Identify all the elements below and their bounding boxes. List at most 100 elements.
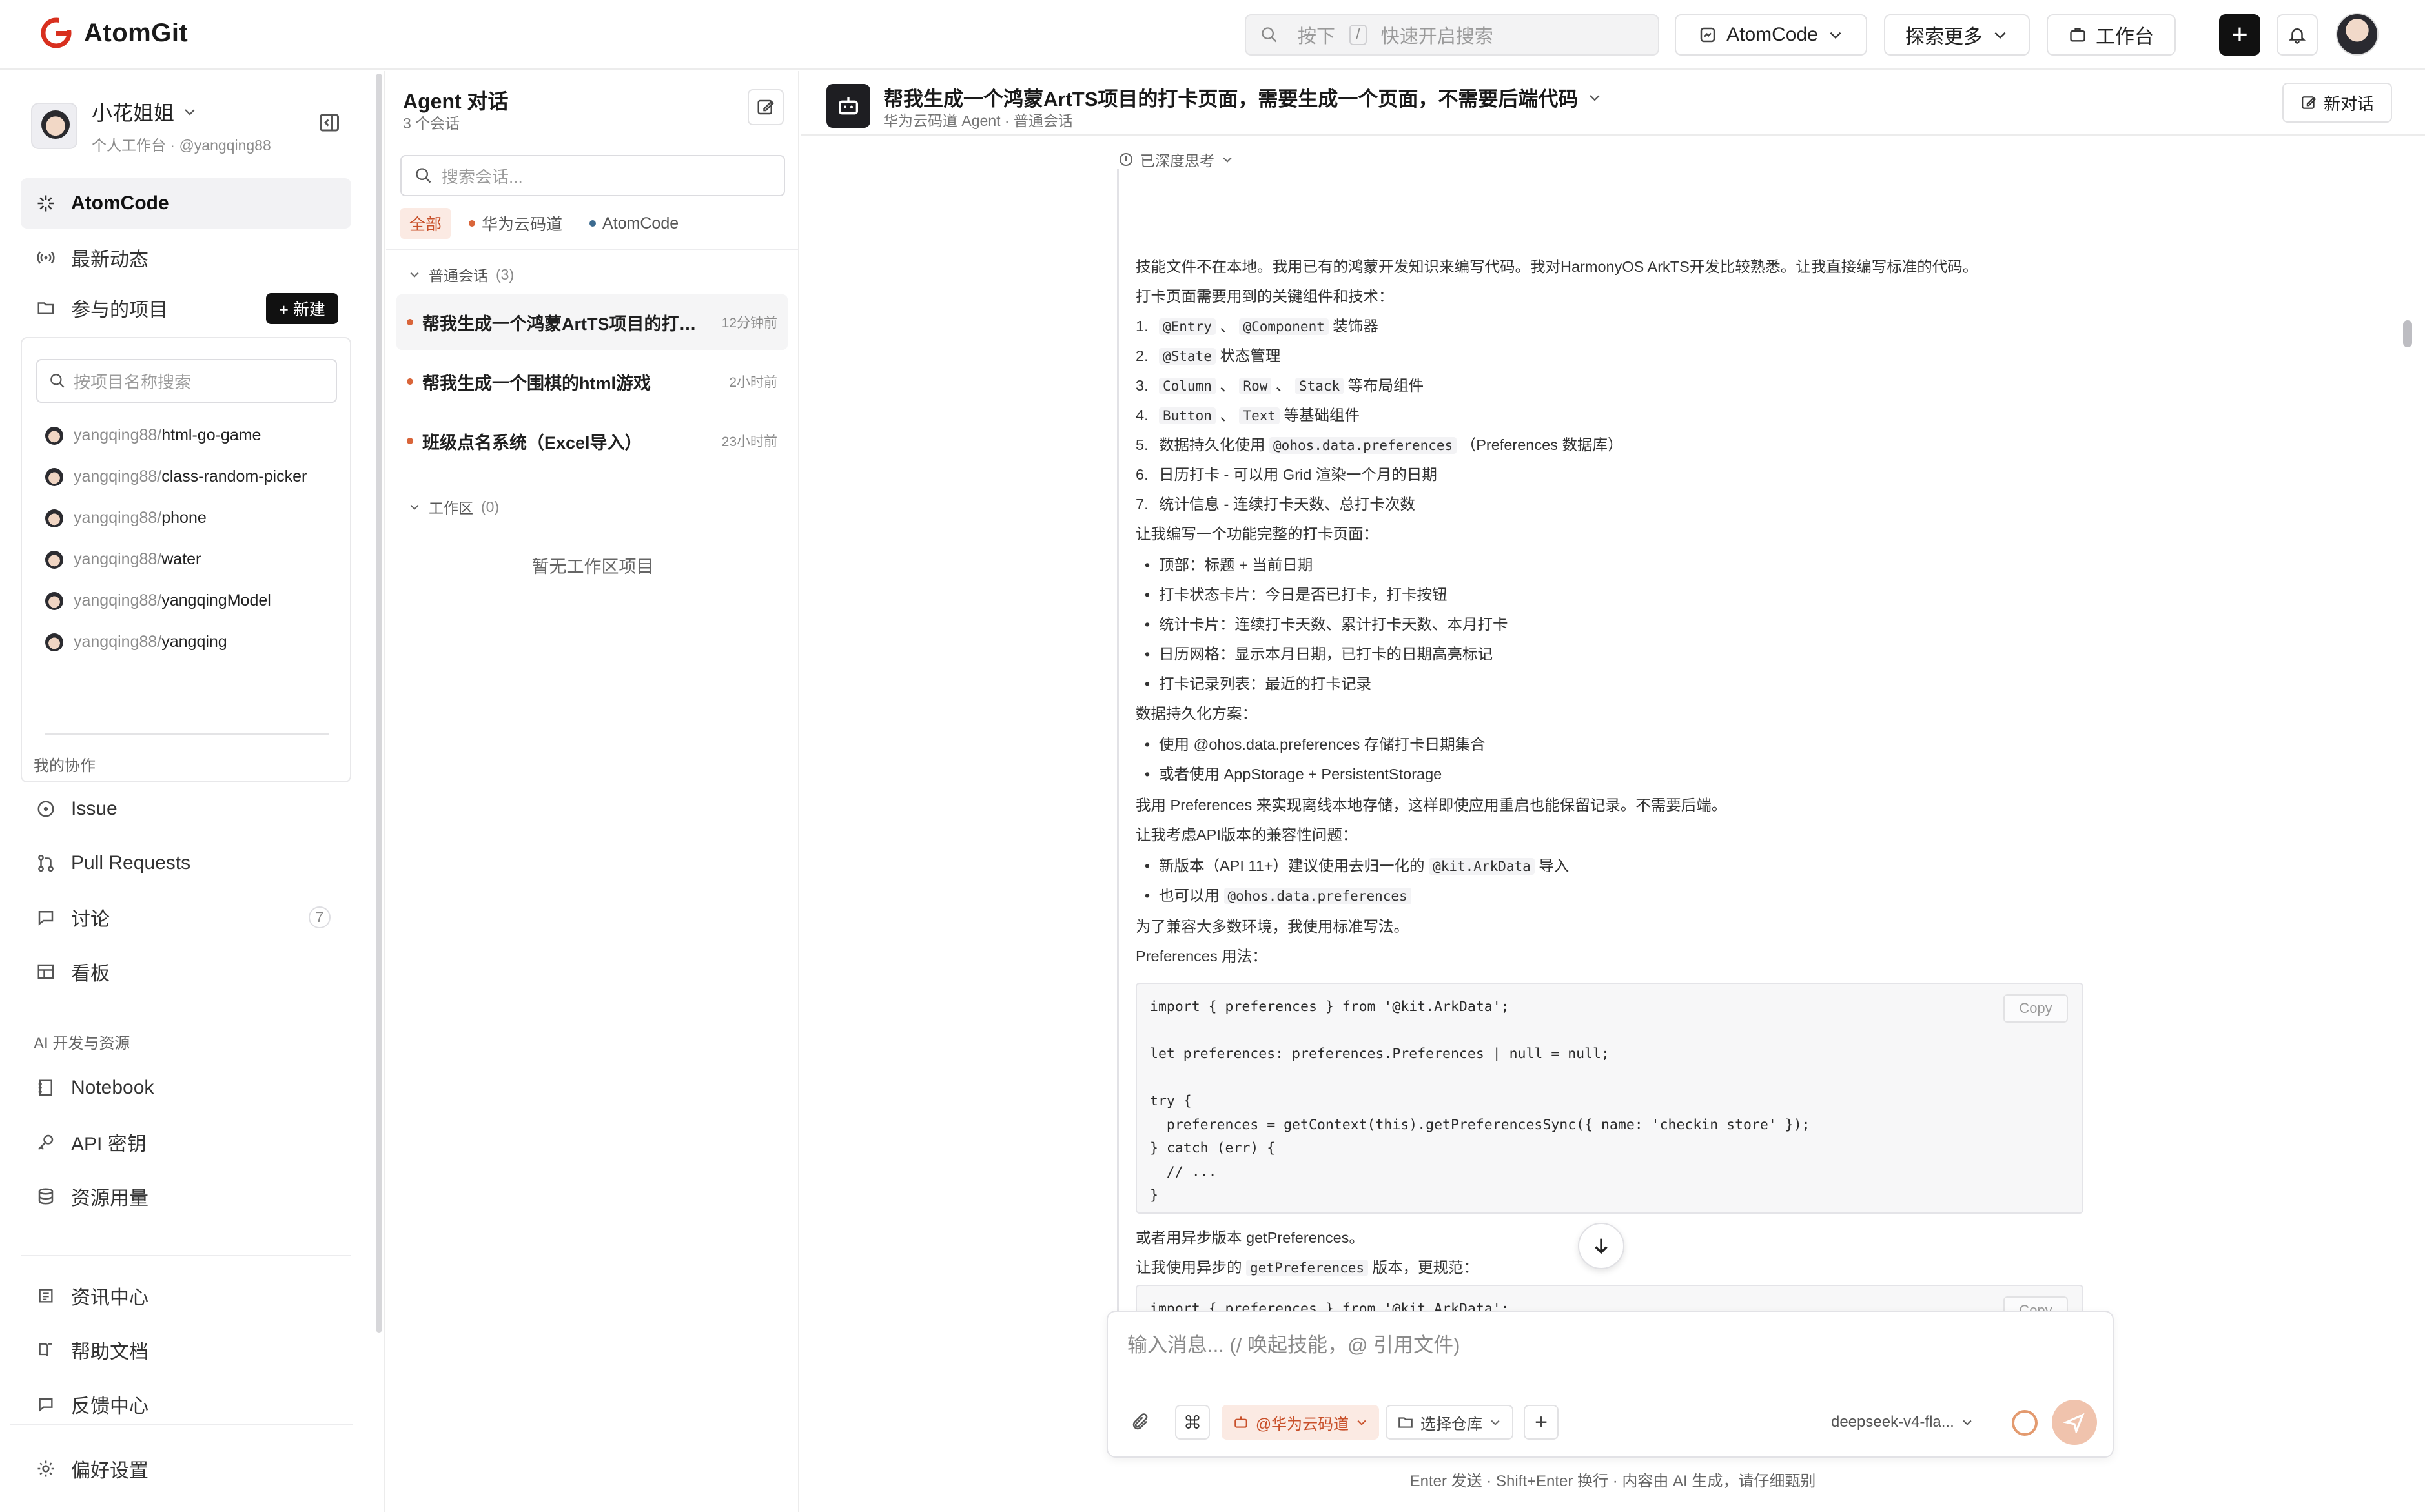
list-item[interactable]: yangqing88/class-random-picker [45,467,307,486]
sidebar-item-usage[interactable]: 资源用量 [21,1171,351,1221]
explore-more-dropdown[interactable]: 探索更多 [1884,14,2030,56]
notebook-icon [35,1077,57,1099]
filter-all[interactable]: 全部 [400,208,451,239]
global-search[interactable]: 按下 / 快速开启搜索 [1245,14,1659,56]
list-item[interactable]: yangqing88/phone [45,509,207,527]
chevron-down-icon [1830,32,1841,39]
code-inline: @State [1159,348,1216,365]
atomcode-dropdown[interactable]: AtomCode [1675,14,1867,56]
left-sidebar: 小花姐姐 个人工作台 · @yangqing88 AtomCode 最新动态 参… [0,71,385,1512]
arrow-down-icon [1595,1238,1608,1254]
list-item: • 日历网格：显示本月日期，已打卡的日期高亮标记 [1144,646,1493,662]
conversation-search-input[interactable]: 搜索会话... [400,155,785,196]
send-button[interactable] [2052,1400,2097,1445]
command-button[interactable]: ⌘ [1175,1405,1210,1440]
sidebar-item-settings[interactable]: 偏好设置 [21,1444,351,1494]
thinking-paragraph: 或者用异步版本 getPreferences。 [1136,1229,1364,1246]
list-item: • 或者使用 AppStorage + PersistentStorage [1144,766,1442,782]
sidebar-item-atomcode[interactable]: AtomCode [21,178,351,229]
thinking-paragraph: 打卡页面需要用到的关键组件和技术： [1136,288,1394,305]
chat-scrollbar[interactable] [2403,320,2412,347]
conversation-item[interactable]: 帮我生成一个鸿蒙ArtTS项目的打卡页面，需要生成一个页面，不需要后端代码 12… [396,294,788,350]
sidebar-item-news[interactable]: 资讯中心 [21,1271,351,1321]
create-plus-button[interactable]: + [2219,14,2260,56]
project-name: water [161,550,201,568]
deep-thinking-toggle[interactable]: 已深度思考 [1118,148,1234,170]
conversation-panel: Agent 对话 3 个会话 搜索会话... 全部 华为云码道 AtomCode… [386,71,799,1512]
list-text: 顶部：标题 + 当前日期 [1159,557,1313,573]
list-text: 版本，更规范： [1368,1259,1479,1276]
sidebar-item-help-docs[interactable]: 帮助文档 [21,1325,351,1375]
attach-button[interactable] [1125,1405,1156,1440]
sidebar-item-label: 反馈中心 [71,1396,148,1417]
plus-icon: + [2231,19,2248,50]
workbench-button[interactable]: 工作台 [2047,14,2176,56]
list-item[interactable]: yangqing88/water [45,550,201,569]
user-card[interactable]: 小花姐姐 个人工作台 · @yangqing88 [31,97,271,155]
new-chat-button[interactable]: 新对话 [2282,83,2392,123]
discussion-count-badge: 7 [309,906,331,928]
notifications-button[interactable] [2277,14,2318,56]
filter-atomcode[interactable]: AtomCode [580,208,688,239]
sidebar-item-discussions[interactable]: 讨论 7 [21,892,351,943]
message-composer[interactable]: 输入消息... (/ 唤起技能，@ 引用文件) ⌘ @华为云码道 选择仓库 + [1107,1311,2114,1458]
conversation-title: 帮我生成一个围棋的html游戏 [422,373,651,393]
filter-huawei[interactable]: 华为云码道 [460,208,571,239]
search-icon [416,168,431,183]
repo-selector[interactable]: 选择仓库 [1386,1405,1513,1440]
message-input[interactable]: 输入消息... (/ 唤起技能，@ 引用文件) [1127,1329,1460,1358]
list-item: 4. Button 、 Text 等基础组件 [1136,407,1360,424]
list-item: 1. @Entry 、 @Component 装饰器 [1136,318,1378,335]
avatar [45,633,63,651]
group-workspace-header[interactable]: 工作区 (0) [408,496,499,518]
board-icon [35,961,57,983]
new-conversation-button[interactable] [748,89,784,125]
project-name: html-go-game [161,426,261,444]
list-item[interactable]: yangqing88/yangqingModel [45,591,271,610]
new-project-button[interactable]: + 新建 [266,293,338,324]
scroll-to-bottom-button[interactable] [1578,1223,1624,1269]
sidebar-item-api-keys[interactable]: API 密钥 [21,1117,351,1167]
repository-icon [1398,1417,1413,1428]
project-name: yangqingModel [161,591,271,609]
project-search-input[interactable]: 按项目名称搜索 [36,359,337,403]
filter-tabs: 全部 华为云码道 AtomCode [400,208,688,239]
chat-icon [35,906,57,928]
list-item[interactable]: yangqing88/html-go-game [45,426,261,445]
project-owner: yangqing88/ [74,467,162,485]
divider [10,1424,353,1425]
thinking-content: 技能文件不在本地。我用已有的鸿蒙开发知识来编写代码。我对HarmonyOS Ar… [1117,169,2085,1364]
search-placeholder-prefix: 按下 [1298,26,1336,47]
list-text: 让我使用异步的 [1136,1259,1247,1276]
copy-button[interactable]: Copy [2003,994,2068,1023]
user-avatar[interactable] [2336,13,2379,56]
search-icon [50,374,65,388]
sidebar-item-notebook[interactable]: Notebook [21,1063,351,1113]
list-item[interactable]: yangqing88/yangqing [45,633,227,651]
sidebar-item-feedback[interactable]: 反馈中心 [21,1379,351,1429]
conversation-item[interactable]: 帮我生成一个围棋的html游戏 2小时前 [396,354,788,409]
sidebar-item-label: 帮助文档 [71,1342,148,1363]
list-text: 打卡记录列表：最近的打卡记录 [1159,675,1371,692]
folder-icon [35,297,57,319]
sidebar-item-pull-requests[interactable]: Pull Requests [21,838,351,888]
sidebar-collapse-icon[interactable] [318,111,341,134]
sidebar-item-projects[interactable]: 参与的项目 [21,283,253,333]
model-selector[interactable]: deepseek-v4-fla... [1831,1405,1974,1440]
sidebar-item-issue[interactable]: Issue [21,784,351,834]
sidebar-item-activity[interactable]: 最新动态 [21,232,351,283]
atomgit-logo[interactable]: AtomGit [40,17,188,49]
thinking-paragraph: Preferences 用法： [1136,948,1267,965]
agent-selector[interactable]: @华为云码道 [1222,1405,1379,1440]
sidebar-item-board[interactable]: 看板 [21,946,351,997]
list-item: • 也可以用 @ohos.data.preferences [1136,883,1411,905]
book-icon [35,1339,57,1361]
sidebar-item-label: 资源用量 [71,1188,148,1209]
sidebar-scrollbar[interactable] [376,74,382,1333]
group-normal-header[interactable]: 普通会话 (3) [408,263,514,285]
chat-title-dropdown[interactable]: 帮我生成一个鸿蒙ArtTS项目的打卡页面，需要生成一个页面，不需要后端代码 [883,83,1602,112]
conversation-item[interactable]: 班级点名系统（Excel导入） 23小时前 [396,413,788,469]
group-label: 工作区 [429,500,473,516]
chevron-down-icon [1357,1420,1366,1425]
add-context-button[interactable]: + [1524,1405,1559,1440]
